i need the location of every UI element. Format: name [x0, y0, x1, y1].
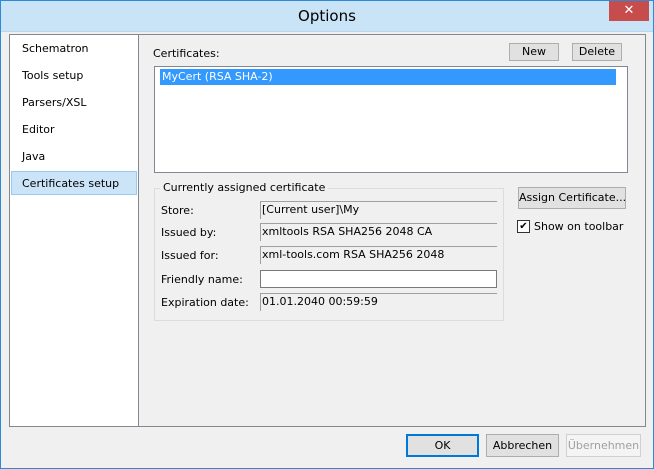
- title-bar[interactable]: Options ✕: [1, 1, 653, 32]
- friendly-name-label: Friendly name:: [161, 273, 243, 286]
- sidebar-item-editor[interactable]: Editor: [11, 118, 137, 142]
- close-icon[interactable]: ✕: [609, 1, 649, 21]
- show-on-toolbar-checkbox[interactable]: ✔: [517, 220, 530, 233]
- certificates-label: Certificates:: [153, 47, 220, 60]
- cancel-button[interactable]: Abbrechen: [486, 434, 559, 457]
- friendly-name-input[interactable]: [260, 270, 497, 288]
- store-field: [Current user]\My: [260, 201, 497, 219]
- store-label: Store:: [161, 204, 194, 217]
- issued-for-field: xml-tools.com RSA SHA256 2048: [260, 246, 497, 264]
- ok-button[interactable]: OK: [406, 434, 479, 457]
- assign-certificate-button[interactable]: Assign Certificate...: [518, 187, 626, 209]
- issued-by-field: xmltools RSA SHA256 2048 CA: [260, 223, 497, 241]
- sidebar-item-tools-setup[interactable]: Tools setup: [11, 64, 137, 88]
- assigned-certificate-group: Currently assigned certificate Store: [C…: [154, 181, 504, 321]
- certificates-panel: Certificates: New Delete MyCert (RSA SHA…: [139, 34, 646, 427]
- list-item[interactable]: MyCert (RSA SHA-2): [160, 69, 616, 85]
- expiration-date-label: Expiration date:: [161, 296, 249, 309]
- delete-button[interactable]: Delete: [572, 43, 622, 61]
- options-dialog: Options ✕ Schematron Tools setup Parsers…: [0, 0, 654, 469]
- show-on-toolbar-label: Show on toolbar: [534, 220, 624, 233]
- certificate-list[interactable]: MyCert (RSA SHA-2): [154, 66, 628, 173]
- options-sidebar: Schematron Tools setup Parsers/XSL Edito…: [9, 34, 139, 427]
- sidebar-item-java[interactable]: Java: [11, 145, 137, 169]
- issued-by-label: Issued by:: [161, 226, 217, 239]
- apply-button[interactable]: Übernehmen: [566, 434, 641, 457]
- new-button[interactable]: New: [509, 43, 559, 61]
- issued-for-label: Issued for:: [161, 249, 219, 262]
- sidebar-item-parsers-xsl[interactable]: Parsers/XSL: [11, 91, 137, 115]
- group-title: Currently assigned certificate: [160, 181, 329, 194]
- expiration-date-field: 01.01.2040 00:59:59: [260, 293, 497, 311]
- sidebar-item-certificates-setup[interactable]: Certificates setup: [11, 171, 137, 195]
- sidebar-item-schematron[interactable]: Schematron: [11, 37, 137, 61]
- window-title: Options: [298, 7, 356, 25]
